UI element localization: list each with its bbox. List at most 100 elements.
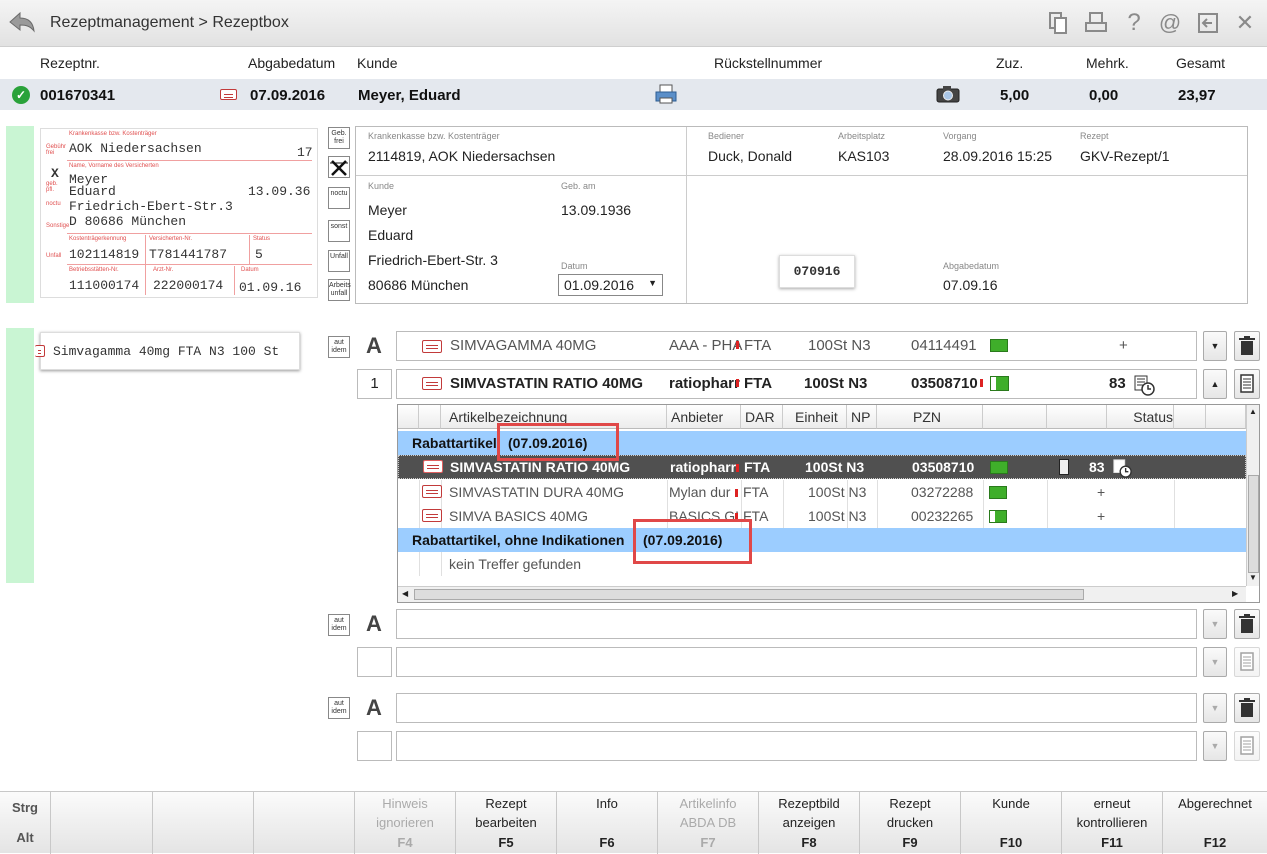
empty-function-key[interactable] <box>254 792 355 854</box>
table-row[interactable]: SIMVASTATIN DURA 40MG Mylan dur FTA 100S… <box>398 480 1246 504</box>
trash-icon[interactable] <box>1234 693 1260 723</box>
item-einheit: 100St N3 <box>808 337 871 354</box>
export-icon[interactable] <box>1195 10 1221 36</box>
hinweis-ignorieren-button[interactable]: Hinweis ignorieren F4 <box>355 792 456 854</box>
recipe-info-panel: Krankenkasse bzw. Kostenträger 2114819, … <box>355 126 1248 304</box>
check-icon: ✓ <box>12 86 30 104</box>
scroll-right-icon[interactable]: ▶ <box>1232 589 1238 598</box>
red-marker-icon <box>736 341 739 349</box>
item-1-dropdown-button[interactable]: ▼ <box>1203 331 1227 361</box>
horizontal-scrollbar-thumb[interactable] <box>414 589 1084 600</box>
empty-result-row: kein Treffer gefunden <box>449 556 582 572</box>
empty-function-key[interactable] <box>153 792 254 854</box>
item-dar: FTA <box>744 337 772 354</box>
item-name: SIMVASTATIN RATIO 40MG <box>450 375 644 392</box>
arbeitsplatz-value: KAS103 <box>838 148 890 164</box>
dropdown-button[interactable]: ▼ <box>1203 693 1227 723</box>
empty-function-key[interactable] <box>51 792 153 854</box>
quantity-field[interactable]: 1 <box>357 369 392 399</box>
rezept-bearbeiten-button[interactable]: Rezept bearbeiten F5 <box>456 792 557 854</box>
column-header-pzn[interactable]: PZN <box>877 405 983 429</box>
recipe-icon <box>422 340 442 353</box>
recipe-scan-image[interactable]: Krankenkasse bzw. Kostenträger AOK Niede… <box>40 128 318 298</box>
aut-idem-button-3[interactable]: aut idem <box>328 697 350 719</box>
abgerechnet-button[interactable]: Abgerechnet F12 <box>1163 792 1267 854</box>
column-header-einheit[interactable]: Einheit <box>783 405 847 429</box>
column-header-dar[interactable]: DAR <box>741 405 783 429</box>
recipe-detail-icon[interactable] <box>1234 369 1260 399</box>
recipe-icon <box>220 89 237 100</box>
help-icon[interactable]: ? <box>1121 10 1147 36</box>
red-marker-icon <box>736 379 739 387</box>
kunde-strasse: Friedrich-Ebert-Str. 3 <box>368 252 498 268</box>
close-icon[interactable]: ✕ <box>1232 10 1258 36</box>
breadcrumb: Rezeptmanagement > Rezeptbox <box>50 14 289 31</box>
kunde-name: Meyer <box>368 202 407 218</box>
abgabedatum-info-value: 07.09.16 <box>943 277 998 293</box>
scroll-down-icon[interactable]: ▼ <box>1249 573 1257 582</box>
trash-icon[interactable] <box>1234 331 1260 361</box>
substitution-a-label: A <box>366 333 382 358</box>
item-anbieter: AAA - PHA <box>669 337 743 354</box>
artikelinfo-button[interactable]: Artikelinfo ABDA DB F7 <box>658 792 759 854</box>
trash-icon[interactable] <box>1234 609 1260 639</box>
scrollbar-thumb[interactable] <box>1248 475 1259 573</box>
kunde-button[interactable]: Kunde F10 <box>961 792 1062 854</box>
horizontal-scrollbar[interactable]: ◀ ▶ <box>398 586 1246 602</box>
erneut-kontrollieren-button[interactable]: erneut kontrollieren F11 <box>1062 792 1163 854</box>
item-2-collapse-button[interactable]: ▲ <box>1203 369 1227 399</box>
document-icon <box>1059 459 1069 475</box>
dropdown-button[interactable]: ▼ <box>1203 647 1227 677</box>
table-row[interactable]: SIMVA BASICS 40MG BASICS GI FTA 100St N3… <box>398 504 1246 528</box>
info-button[interactable]: Info F6 <box>557 792 658 854</box>
recipe-row[interactable] <box>0 79 1267 110</box>
column-header-status[interactable]: Status <box>1107 405 1174 429</box>
item-pzn: 04114491 <box>911 337 977 354</box>
status-strip-items <box>6 328 34 583</box>
unfall-button[interactable]: Unfall <box>328 250 350 272</box>
quantity-field[interactable] <box>357 731 392 761</box>
item-scan-image[interactable]: Simvagamma 40mg FTA N3 100 St <box>35 332 300 370</box>
print-icon[interactable] <box>1083 10 1109 36</box>
copy-icon[interactable] <box>1045 10 1071 36</box>
empty-item-row[interactable] <box>396 731 1197 761</box>
recipe-detail-icon[interactable] <box>1234 731 1260 761</box>
item-row-2[interactable]: SIMVASTATIN RATIO 40MG ratiopharr FTA 10… <box>396 369 1197 399</box>
quantity-field[interactable] <box>357 647 392 677</box>
geb-pfl-cross-button[interactable] <box>328 156 350 178</box>
column-header-anbieter[interactable]: Anbieter <box>667 405 741 429</box>
datum-select[interactable]: 01.09.2016 ▼ <box>558 274 663 296</box>
dropdown-button[interactable]: ▼ <box>1203 609 1227 639</box>
empty-item-row[interactable] <box>396 609 1197 639</box>
kunde-vorname: Eduard <box>368 227 414 243</box>
label-mehrkosten: Mehrk. <box>1086 55 1129 71</box>
aut-idem-button-2[interactable]: aut idem <box>328 614 350 636</box>
gebuehr-frei-button[interactable]: Geb. frei <box>328 127 350 149</box>
scroll-left-icon[interactable]: ◀ <box>402 589 408 598</box>
label-abgabedatum: Abgabedatum <box>248 55 336 71</box>
empty-item-row[interactable] <box>396 647 1197 677</box>
scroll-up-icon[interactable]: ▲ <box>1249 407 1257 416</box>
empty-item-row[interactable] <box>396 693 1197 723</box>
item-anbieter: ratiopharr <box>669 375 740 392</box>
camera-icon[interactable] <box>936 85 960 106</box>
group-row-rabattartikel-ohne-indikationen[interactable]: Rabattartikel, ohne Indikationen (07.09.… <box>398 528 1246 552</box>
printer-icon[interactable] <box>655 83 677 108</box>
rezeptbild-anzeigen-button[interactable]: Rezeptbild anzeigen F8 <box>759 792 860 854</box>
item-row-1[interactable]: SIMVAGAMMA 40MG AAA - PHA FTA 100St N3 0… <box>396 331 1197 361</box>
item-dar: FTA <box>744 375 773 392</box>
arbeitsunfall-button[interactable]: Arbeits unfall <box>328 279 351 301</box>
item-status: + <box>1119 337 1128 354</box>
noctu-button[interactable]: noctu <box>328 187 350 209</box>
vertical-scrollbar[interactable]: ▲ ▼ <box>1246 405 1259 586</box>
aut-idem-button-1[interactable]: aut idem <box>328 336 350 358</box>
back-arrow-icon[interactable] <box>6 9 36 35</box>
at-icon[interactable]: @ <box>1157 10 1183 36</box>
dropdown-button[interactable]: ▼ <box>1203 731 1227 761</box>
column-header-np[interactable]: NP <box>847 405 877 429</box>
rezept-drucken-button[interactable]: Rezept drucken F9 <box>860 792 961 854</box>
function-key-bar: Strg Alt Hinweis ignorieren F4 Rezept bearb… <box>0 791 1267 854</box>
kasse-value: 2114819, AOK Niedersachsen <box>368 148 556 164</box>
sonstige-button[interactable]: sonst <box>328 220 350 242</box>
recipe-detail-icon[interactable] <box>1234 647 1260 677</box>
